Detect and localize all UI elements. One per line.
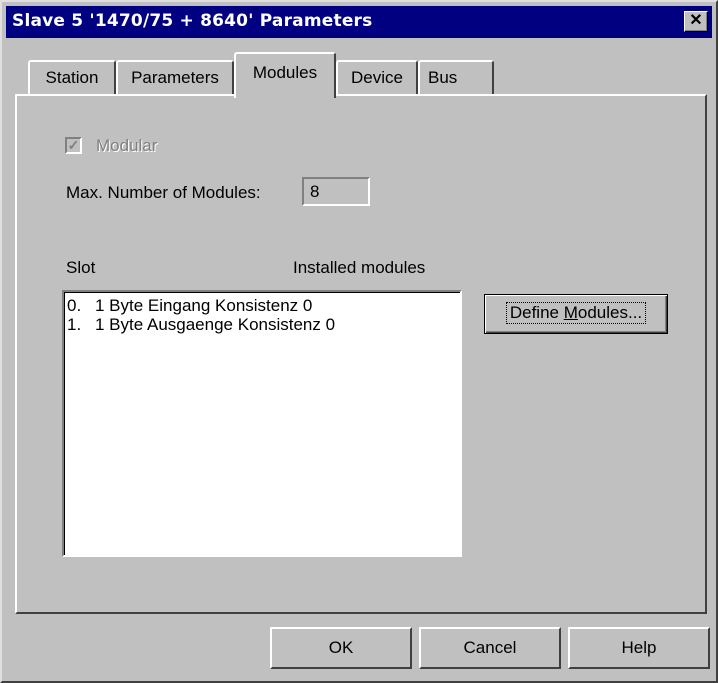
modular-checkbox[interactable]: ✓ — [65, 137, 82, 154]
list-item[interactable]: 1. 1 Byte Ausgaenge Konsistenz 0 — [67, 315, 460, 334]
help-label: Help — [621, 638, 657, 657]
cancel-label: Cancel — [463, 638, 517, 657]
help-button[interactable]: Help — [568, 627, 710, 669]
close-button[interactable]: ✕ — [684, 11, 708, 32]
tab-label: Modules — [252, 63, 318, 82]
installed-modules-header: Installed modules — [293, 258, 426, 277]
tab-station[interactable]: Station — [28, 60, 116, 98]
tab-label: Parameters — [131, 68, 219, 87]
max-modules-label: Max. Number of Modules: — [66, 183, 261, 202]
slot-header: Slot — [66, 258, 96, 277]
module-name: 1 Byte Ausgaenge Konsistenz 0 — [95, 315, 336, 334]
slot-number: 0. — [67, 296, 82, 315]
tab-bus[interactable]: Bus — [418, 60, 494, 98]
tab-device[interactable]: Device — [336, 60, 418, 98]
window-title: Slave 5 '1470/75 + 8640' Parameters — [12, 11, 373, 31]
tab-label: Device — [351, 68, 403, 87]
slot-number: 1. — [67, 315, 82, 334]
title-bar[interactable]: Slave 5 '1470/75 + 8640' Parameters ✕ — [6, 6, 712, 38]
tab-label: Station — [45, 68, 99, 87]
define-modules-label: Define Modules... — [505, 302, 647, 324]
close-icon: ✕ — [689, 12, 703, 29]
tab-parameters[interactable]: Parameters — [116, 60, 234, 98]
define-modules-button[interactable]: Define Modules... — [484, 294, 668, 334]
modular-label: Modular — [96, 136, 158, 155]
checkmark-icon: ✓ — [67, 137, 80, 153]
max-modules-value: 8 — [310, 182, 320, 201]
module-name: 1 Byte Eingang Konsistenz 0 — [95, 296, 313, 315]
ok-label: OK — [328, 638, 354, 657]
list-item[interactable]: 0. 1 Byte Eingang Konsistenz 0 — [67, 296, 460, 315]
tab-label: Bus — [428, 68, 458, 87]
dialog-window: Slave 5 '1470/75 + 8640' Parameters ✕ St… — [0, 0, 718, 683]
tab-modules[interactable]: Modules — [234, 52, 336, 98]
cancel-button[interactable]: Cancel — [419, 627, 561, 669]
installed-modules-list[interactable]: 0. 1 Byte Eingang Konsistenz 0 1. 1 Byte… — [62, 290, 462, 557]
ok-button[interactable]: OK — [270, 627, 412, 669]
max-modules-field: 8 — [302, 177, 370, 206]
